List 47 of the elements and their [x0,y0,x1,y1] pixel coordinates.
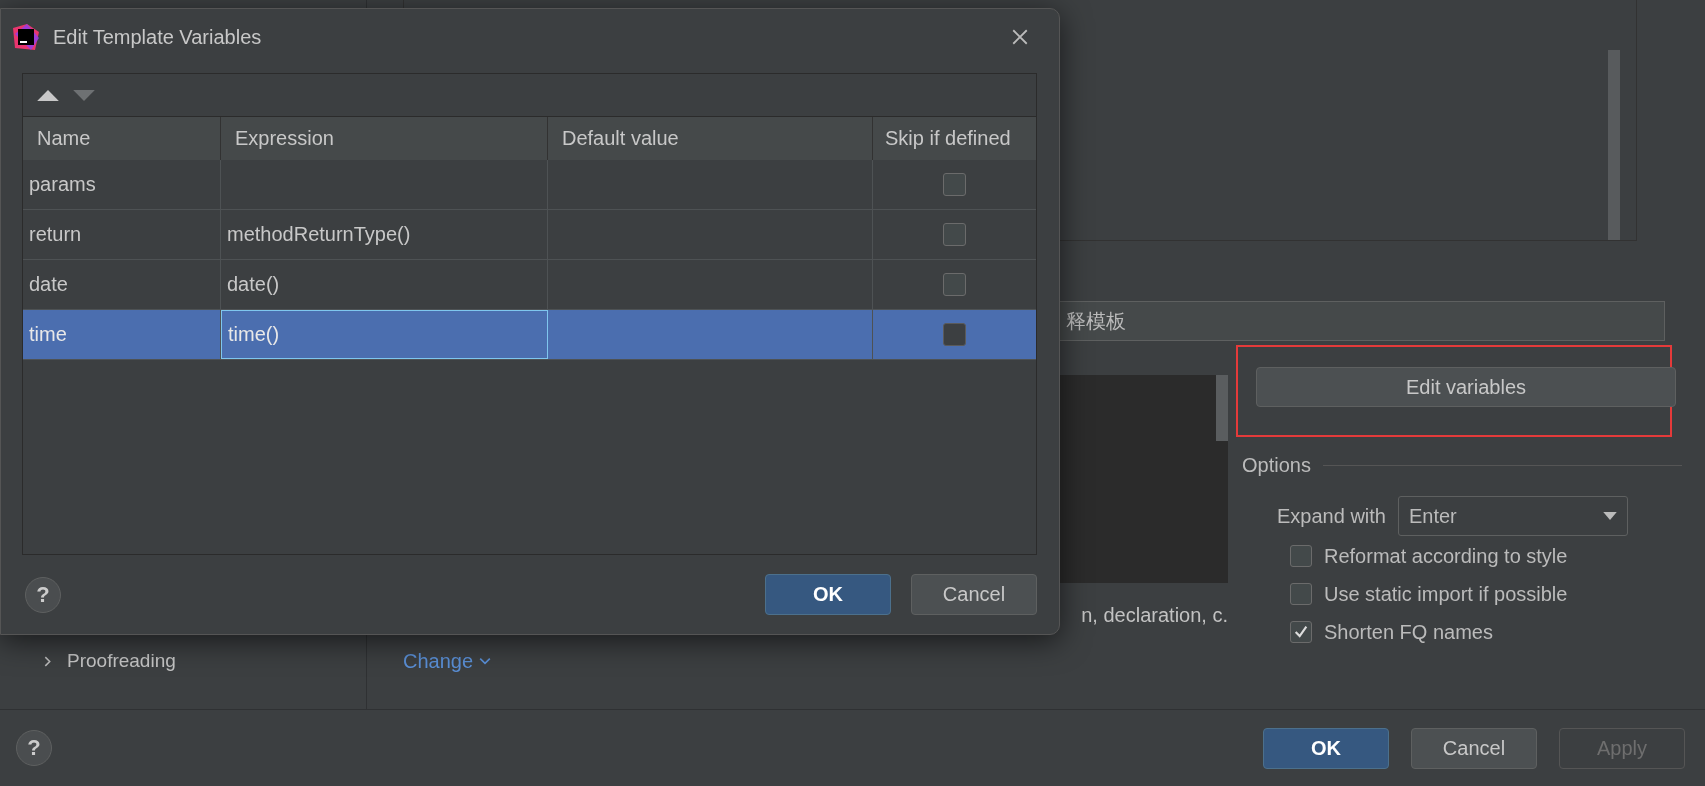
scrollbar[interactable] [1216,375,1228,441]
table-cell: time() [228,323,280,346]
expand-with-dropdown[interactable]: Enter [1397,496,1628,536]
checkbox-label: Use static import if possible [1324,582,1568,606]
column-header[interactable]: Name [23,117,221,160]
edit-variables-button[interactable]: Edit variables [1256,367,1676,407]
sidebar-item[interactable]: Proofreading [0,643,366,679]
table-cell: time [29,323,67,346]
scrollbar[interactable] [1608,50,1620,240]
checkbox[interactable] [1290,583,1312,605]
ok-button[interactable]: OK [1263,727,1389,769]
ok-button[interactable]: OK [765,574,891,615]
checkbox[interactable] [943,323,966,346]
checkbox[interactable] [943,173,966,196]
column-header[interactable]: Expression [221,117,548,160]
column-header[interactable]: Default value [548,117,873,160]
checkbox[interactable] [1290,621,1312,643]
checkbox[interactable] [943,223,966,246]
checkbox-label: Shorten FQ names [1324,620,1493,644]
app-icon [13,24,39,50]
table-row[interactable]: time time() [23,310,1036,360]
options-heading: Options [1242,453,1311,477]
table-cell: date [29,273,68,296]
expand-with-label: Expand with [1277,504,1386,528]
checkmark-icon [1293,624,1309,640]
table-cell: return [29,223,82,246]
change-link[interactable]: Change [403,649,492,673]
checkbox[interactable] [943,273,966,296]
checkbox-label: Reformat according to style [1324,544,1568,568]
chevron-icon [42,655,53,667]
chevron-down-icon[interactable] [479,655,492,667]
applicable-contexts-text: n, declaration, c. [1081,603,1228,627]
table-row[interactable]: return methodReturnType() [23,210,1036,260]
table-cell: params [29,173,96,196]
caret-icon[interactable] [1602,511,1617,521]
table-row[interactable]: params [23,160,1036,210]
close-icon[interactable] [1011,28,1029,46]
help-button[interactable]: ? [16,730,52,766]
table-cell: methodReturnType() [227,223,411,246]
column-header[interactable]: Skip if defined [873,117,1036,160]
table-cell: date() [227,273,280,296]
checkbox[interactable] [1290,545,1312,567]
cancel-button[interactable]: Cancel [911,574,1037,615]
help-button[interactable]: ? [25,576,61,613]
move-up-icon[interactable] [37,88,59,102]
dialog-title: Edit Template Variables [53,25,263,49]
cancel-button[interactable]: Cancel [1411,727,1537,769]
